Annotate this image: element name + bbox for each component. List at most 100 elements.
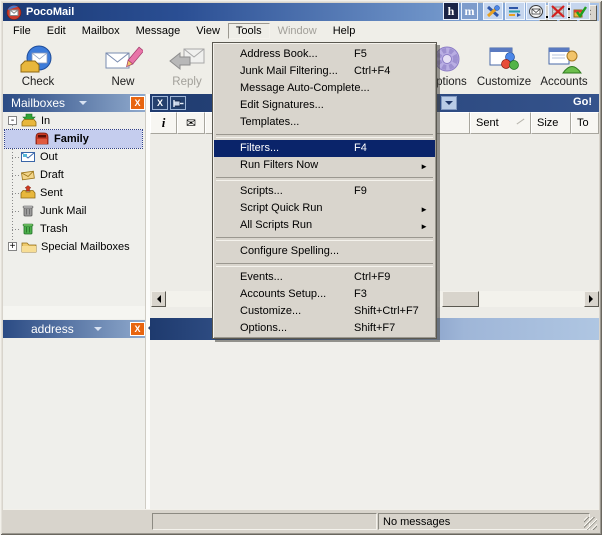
envelope-view-button[interactable] — [526, 2, 546, 20]
menu-item-shortcut: F5 — [354, 46, 367, 63]
tree-item-label: Out — [40, 148, 58, 166]
address-close-button[interactable]: X — [130, 322, 145, 336]
list-close-button[interactable]: X — [152, 96, 168, 110]
submenu-arrow-icon: ► — [420, 218, 428, 235]
menu-item-scripts[interactable]: Scripts... F9 — [214, 183, 435, 200]
menu-mailbox[interactable]: Mailbox — [74, 23, 128, 39]
menu-separator — [213, 260, 436, 269]
column-header-info[interactable]: i — [150, 112, 177, 134]
headers-toggle-button[interactable]: h — [443, 2, 459, 20]
menu-item-shortcut: Ctrl+F4 — [354, 63, 390, 80]
mailbox-icon — [34, 131, 50, 146]
tree-item-out[interactable]: Out — [5, 148, 142, 166]
customize-button[interactable]: Customize — [473, 44, 535, 92]
red-x-grid-icon — [551, 5, 565, 18]
menu-item-shortcut: Shift+F7 — [354, 320, 395, 337]
search-scope-dropdown[interactable] — [441, 96, 457, 110]
menu-item-customize[interactable]: Customize...Shift+Ctrl+F7 — [214, 303, 435, 320]
menu-item-events[interactable]: Events...Ctrl+F9 — [214, 269, 435, 286]
new-mail-icon — [95, 44, 151, 76]
menu-file[interactable]: File — [5, 23, 39, 39]
menu-tools[interactable]: Tools — [228, 23, 270, 39]
sort-lines-button[interactable] — [505, 2, 525, 20]
reply-button-label: Reply — [172, 76, 201, 88]
submenu-arrow-icon: ► — [420, 201, 428, 218]
column-header-attachment[interactable]: ✉ — [177, 112, 205, 134]
folder-icon — [21, 239, 37, 254]
menu-item-options[interactable]: Options...Shift+F7 — [214, 320, 435, 337]
menu-item-label: Configure Spelling... — [240, 245, 339, 257]
menu-item-junk-mail-filtering[interactable]: Junk Mail Filtering...Ctrl+F4 — [214, 63, 435, 80]
tree-item-in[interactable]: - In — [5, 112, 142, 130]
menu-item-run-filters-now[interactable]: Run Filters Now► — [214, 157, 435, 174]
resize-grip[interactable] — [584, 517, 597, 530]
collapse-icon[interactable]: - — [8, 116, 17, 125]
tree-item-sent[interactable]: Sent — [5, 184, 142, 202]
tree-item-label: Family — [54, 130, 89, 148]
menu-item-label: Accounts Setup... — [240, 288, 326, 300]
menu-item-shortcut: F9 — [354, 183, 367, 200]
menu-item-templates[interactable]: Templates... — [214, 114, 435, 131]
green-check-icon — [573, 5, 587, 18]
preview-pane[interactable] — [150, 340, 599, 509]
menu-help[interactable]: Help — [325, 23, 364, 39]
pin-button[interactable] — [170, 96, 186, 110]
tree-item-family[interactable]: Family — [5, 130, 142, 148]
app-logo-icon — [6, 5, 22, 20]
column-header-to[interactable]: To — [571, 112, 599, 134]
menubar: File Edit Mailbox Message View Tools Win… — [3, 21, 599, 41]
menu-item-address-book[interactable]: Address Book...F5 — [214, 46, 435, 63]
menu-item-label: Scripts... — [240, 185, 283, 197]
menu-item-edit-signatures[interactable]: Edit Signatures... — [214, 97, 435, 114]
menu-item-filters[interactable]: Filters...F4 — [214, 140, 435, 157]
mono-toggle-button[interactable]: m — [461, 2, 478, 20]
colorful-x-button[interactable] — [483, 2, 503, 20]
tools-dropdown-menu: Address Book...F5 Junk Mail Filtering...… — [212, 42, 437, 339]
panel-dropdown-icon[interactable] — [79, 101, 87, 109]
menu-item-shortcut: Shift+Ctrl+F7 — [354, 303, 419, 320]
menu-item-shortcut: F3 — [354, 286, 367, 303]
mailboxes-close-button[interactable]: X — [130, 96, 145, 110]
statusbar-message: No messages — [383, 516, 450, 528]
menu-message[interactable]: Message — [128, 23, 189, 39]
tree-item-draft[interactable]: Draft — [5, 166, 142, 184]
scroll-right-button[interactable] — [584, 291, 599, 307]
tree-item-label: In — [41, 112, 50, 130]
panel-dropdown-icon[interactable] — [94, 327, 102, 335]
reply-button: Reply — [161, 44, 213, 92]
menu-item-accounts-setup[interactable]: Accounts Setup... F3 — [214, 286, 435, 303]
tree-item-trash[interactable]: Trash — [5, 220, 142, 238]
menu-edit[interactable]: Edit — [39, 23, 74, 39]
menu-item-all-scripts-run[interactable]: All Scripts Run► — [214, 217, 435, 234]
accounts-button[interactable]: Accounts — [537, 44, 591, 92]
block-content-button[interactable] — [548, 2, 568, 20]
scroll-left-button[interactable] — [151, 291, 166, 307]
menu-separator — [213, 131, 436, 140]
menu-item-label: Events... — [240, 271, 283, 283]
column-header-sent[interactable]: Sent — [470, 112, 531, 134]
tree-item-special-mailboxes[interactable]: + Special Mailboxes — [5, 238, 142, 256]
menu-view[interactable]: View — [188, 23, 228, 39]
draft-icon — [20, 167, 36, 182]
check-button-label: Check — [22, 76, 55, 88]
menu-item-script-quick-run[interactable]: Script Quick Run ► — [214, 200, 435, 217]
hscrollbar-thumb[interactable] — [442, 291, 479, 307]
statusbar: No messages — [3, 509, 599, 532]
go-button[interactable]: Go! — [573, 96, 592, 108]
new-button[interactable]: New — [95, 44, 151, 92]
trash-icon — [20, 221, 36, 236]
expand-icon[interactable]: + — [8, 242, 17, 251]
envelope-circle-icon — [529, 5, 543, 18]
check-button[interactable]: Check — [9, 44, 67, 92]
approve-content-button[interactable] — [570, 2, 590, 20]
column-header-size[interactable]: Size — [531, 112, 571, 134]
tree-item-junk-mail[interactable]: Junk Mail — [5, 202, 142, 220]
inbox-icon — [21, 113, 37, 128]
tree-item-label: Junk Mail — [40, 202, 86, 220]
pushpin-icon — [172, 98, 184, 109]
menu-item-message-auto-complete[interactable]: Message Auto-Complete... — [214, 80, 435, 97]
address-panel-header: address X — [3, 320, 145, 338]
menu-item-configure-spelling[interactable]: Configure Spelling... — [214, 243, 435, 260]
menu-item-label: Script Quick Run — [240, 202, 323, 214]
tree-item-label: Sent — [40, 184, 63, 202]
